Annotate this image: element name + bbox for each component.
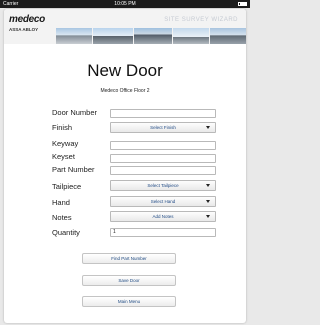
notes-label: Notes: [52, 213, 72, 222]
chevron-down-icon: [206, 184, 210, 187]
part-number-field[interactable]: [110, 166, 216, 175]
keyway-field[interactable]: [110, 141, 216, 150]
hand-label: Hand: [52, 198, 70, 207]
brand-sub: ASSA ABLOY: [9, 27, 39, 32]
keyset-field[interactable]: [110, 154, 216, 163]
quantity-label: Quantity: [52, 228, 80, 237]
finish-label: Finish: [52, 123, 73, 132]
notes-select-value: Add Notes: [152, 214, 174, 219]
tailpiece-label: Tailpiece: [52, 182, 82, 191]
page-subtitle: Medeco Office Floor 2: [100, 88, 150, 94]
brand-name: medeco: [9, 14, 45, 25]
part-number-label: Part Number: [52, 165, 95, 174]
tailpiece-select-value: Select Tailpiece: [147, 183, 179, 188]
notes-select[interactable]: Add Notes: [110, 211, 216, 222]
keyway-label: Keyway: [52, 139, 79, 148]
quantity-field[interactable]: 1: [110, 228, 216, 237]
keyset-label: Keyset: [52, 152, 75, 161]
battery-icon: [238, 2, 247, 6]
finish-select[interactable]: Select Finish: [110, 122, 216, 133]
main-menu-button[interactable]: Main Menu: [82, 296, 176, 307]
chevron-down-icon: [206, 215, 210, 218]
tailpiece-select[interactable]: Select Tailpiece: [110, 180, 216, 191]
wizard-title: SITE SURVEY WIZARD: [164, 17, 238, 23]
door-number-field[interactable]: [110, 109, 216, 118]
hand-select-value: Select Hand: [150, 199, 176, 204]
save-door-button[interactable]: Save Door: [82, 275, 176, 286]
finish-select-value: Select Finish: [150, 125, 176, 130]
chevron-down-icon: [206, 200, 210, 203]
survey-card: medeco ASSA ABLOY SITE SURVEY WIZARD New…: [4, 9, 246, 323]
door-number-label: Door Number: [52, 108, 98, 117]
page-title: New Door: [87, 61, 163, 80]
hand-select[interactable]: Select Hand: [110, 196, 216, 207]
building-banner: [56, 28, 246, 44]
find-part-number-button[interactable]: Find Part Number: [82, 253, 176, 264]
medeco-logo: medeco ASSA ABLOY: [9, 14, 49, 33]
status-bar: Carrier 10:05 PM: [0, 0, 250, 8]
header: medeco ASSA ABLOY SITE SURVEY WIZARD: [4, 9, 246, 44]
chevron-down-icon: [206, 126, 210, 129]
status-time: 10:05 PM: [114, 1, 136, 7]
